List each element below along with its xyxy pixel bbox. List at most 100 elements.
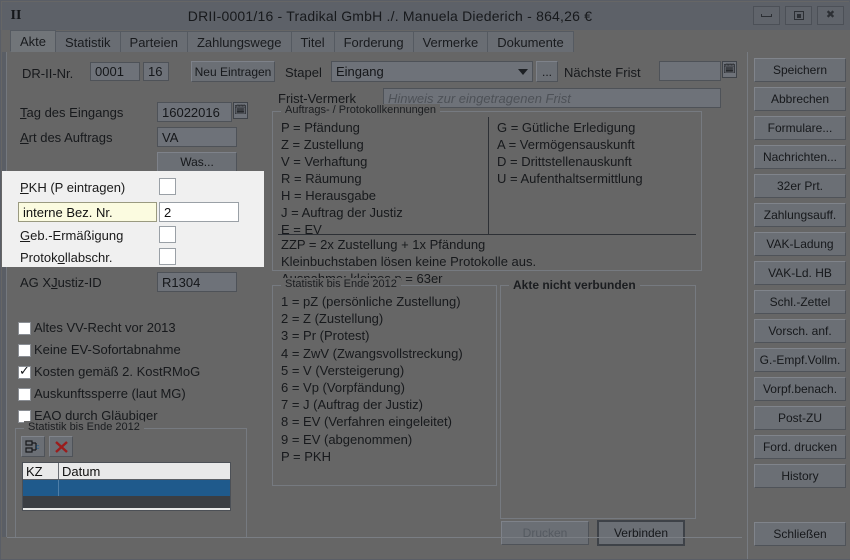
tab-forderung[interactable]: Forderung xyxy=(333,31,414,52)
legend-item: J = Auftrag der Justiz xyxy=(281,205,403,220)
tab-vermerke[interactable]: Vermerke xyxy=(412,31,489,52)
calendar-picker-icon[interactable]: 🗓 xyxy=(233,102,248,119)
ag-xjustiz-label: AG XJustiz-ID xyxy=(20,275,102,290)
legend-footer-item: ZZP = 2x Zustellung + 1x Pfändung xyxy=(281,237,486,252)
legend-horizontal-divider xyxy=(278,234,696,235)
tab-akte[interactable]: Akte xyxy=(10,30,57,52)
tab-statistik[interactable]: Statistik xyxy=(55,31,121,52)
schliessen-button[interactable]: Schließen xyxy=(754,522,846,546)
protokollabschr-checkbox[interactable] xyxy=(159,248,176,265)
legend-left-column: P = Pfändung Z = Zustellung V = Verhaftu… xyxy=(281,119,403,238)
statistik-grid[interactable]: KZ Datum xyxy=(22,462,231,511)
geb-ermaessigung-checkbox[interactable] xyxy=(159,226,176,243)
akte-tab-panel: DR-II-Nr. 0001 16 Neu Eintragen Stapel E… xyxy=(2,52,850,559)
legend-footer-item: Kleinbuchstaben lösen keine Protokolle a… xyxy=(281,254,537,269)
column-header-kz[interactable]: KZ xyxy=(23,463,59,479)
auftrags-protokollkennungen-group: Auftrags- / Protokollkennungen P = Pfänd… xyxy=(272,104,702,286)
title-bar: II DRII-0001/16 - Tradikal GmbH ./. Manu… xyxy=(2,2,850,30)
delete-red-x-icon xyxy=(54,440,68,453)
geb-ermaessigung-label: Geb.-Ermäßigung xyxy=(20,228,124,243)
statistik-item: 4 = ZwV (Zwangsvollstreckung) xyxy=(281,345,463,361)
legend-vertical-divider xyxy=(488,117,489,234)
column-header-datum[interactable]: Datum xyxy=(59,463,230,479)
art-des-auftrags-input[interactable]: VA xyxy=(157,127,237,147)
statistik-item: 1 = pZ (persönliche Zustellung) xyxy=(281,294,461,309)
tag-des-eingangs-input[interactable]: 16022016 xyxy=(157,102,232,122)
close-button[interactable]: ✖ xyxy=(817,6,844,25)
vak-ld-hb-button[interactable]: VAK-Ld. HB xyxy=(754,261,846,285)
ag-xjustiz-input[interactable]: R1304 xyxy=(157,272,237,292)
zahlungsauff-button[interactable]: Zahlungsauff. xyxy=(754,203,846,227)
speichern-button[interactable]: Speichern xyxy=(754,58,846,82)
legend-item: H = Herausgabe xyxy=(281,188,377,203)
application-window: II DRII-0001/16 - Tradikal GmbH ./. Manu… xyxy=(0,0,850,560)
nachrichten-button[interactable]: Nachrichten... xyxy=(754,145,846,169)
legend-right-column: G = Gütliche Erledigung A = Vermögensaus… xyxy=(497,119,643,187)
minimize-button[interactable] xyxy=(753,6,780,25)
statistik-item: 9 = EV (abgenommen) xyxy=(281,431,413,447)
tab-dokumente[interactable]: Dokumente xyxy=(487,31,574,52)
chevron-down-icon xyxy=(518,68,528,75)
stapel-select[interactable]: Eingang xyxy=(331,61,533,82)
formulare-button[interactable]: Formulare... xyxy=(754,116,846,140)
statistik-grid-header: KZ Datum xyxy=(23,463,230,480)
window-title: DRII-0001/16 - Tradikal GmbH ./. Manuela… xyxy=(187,8,593,24)
schl-zettel-button[interactable]: Schl.-Zettel xyxy=(754,290,846,314)
interne-bez-nr-input[interactable]: 2 xyxy=(159,202,239,222)
statistik-item: 2 = Z (Zustellung) xyxy=(281,311,384,327)
checkbox-auskunftssperre-label: Auskunftssperre (laut MG) xyxy=(34,386,186,401)
delete-row-button[interactable] xyxy=(49,436,73,457)
checkbox-keine-ev-sofortabnahme-label: Keine EV-Sofortabnahme xyxy=(34,342,181,357)
art-des-auftrags-label: Art des Auftrags xyxy=(20,130,113,145)
maximize-button[interactable] xyxy=(785,6,812,25)
akte-nicht-verbunden-title: Akte nicht verbunden xyxy=(509,278,640,292)
insert-row-button[interactable]: c xyxy=(21,436,45,457)
cell-datum xyxy=(59,480,230,496)
table-row[interactable] xyxy=(23,480,230,496)
dr-nr-input[interactable]: 0001 xyxy=(90,62,140,81)
dr-nr-year-input[interactable]: 16 xyxy=(143,62,169,81)
neu-eintragen-button[interactable]: Neu Eintragen xyxy=(191,61,275,82)
highlighted-options-panel: PKH (P eintragen) interne Bez. Nr. 2 Geb… xyxy=(2,171,264,267)
drucken-button[interactable]: Drucken xyxy=(501,521,589,545)
dr-nr-label: DR-II-Nr. xyxy=(22,66,74,81)
statistik-item: 6 = Vp (Vorpfändung) xyxy=(281,380,405,396)
history-button[interactable]: History xyxy=(754,464,846,488)
statistik-item: 5 = V (Versteigerung) xyxy=(281,362,405,378)
calendar-spinner-icon[interactable]: 🗓 xyxy=(722,61,737,78)
statistik-2012-left-title: Statistik bis Ende 2012 xyxy=(24,421,144,433)
vorpf-benach-button[interactable]: Vorpf.benach. xyxy=(754,377,846,401)
post-zu-button[interactable]: Post-ZU xyxy=(754,406,846,430)
protokollabschr-label: Protokollabschr. xyxy=(20,250,113,265)
akte-nicht-verbunden-group: Akte nicht verbunden xyxy=(500,278,696,519)
statistik-2012-list-group: Statistik bis Ende 2012 1 = pZ (persönli… xyxy=(272,278,497,486)
legend-item: D = Drittstellenauskunft xyxy=(497,154,632,169)
was-button[interactable]: Was... xyxy=(157,152,237,172)
statistik-2012-items: 1 = pZ (persönliche Zustellung) 2 = Z (Z… xyxy=(281,293,463,465)
abbrechen-button[interactable]: Abbrechen xyxy=(754,87,846,111)
ford-drucken-button[interactable]: Ford. drucken xyxy=(754,435,846,459)
checkbox-kosten-kostrmog[interactable] xyxy=(18,364,31,379)
g-empf-vollm-button[interactable]: G.-Empf.Vollm. xyxy=(754,348,846,372)
cell-kz xyxy=(23,480,59,496)
prt-32er-button[interactable]: 32er Prt. xyxy=(754,174,846,198)
vak-ladung-button[interactable]: VAK-Ladung xyxy=(754,232,846,256)
stapel-ellipsis-button[interactable]: ... xyxy=(536,61,558,82)
vorsch-anf-button[interactable]: Vorsch. anf. xyxy=(754,319,846,343)
auftrags-protokollkennungen-title: Auftrags- / Protokollkennungen xyxy=(281,104,441,116)
checkbox-auskunftssperre[interactable] xyxy=(18,388,31,401)
tab-zahlungswege[interactable]: Zahlungswege xyxy=(186,31,292,52)
tab-titel[interactable]: Titel xyxy=(290,31,335,52)
stapel-label: Stapel xyxy=(285,65,322,80)
tab-parteien[interactable]: Parteien xyxy=(119,31,188,52)
checkbox-altes-vv-recht[interactable] xyxy=(18,322,31,335)
pkh-checkbox[interactable] xyxy=(159,178,176,195)
legend-item: R = Räumung xyxy=(281,171,362,186)
legend-item: V = Verhaftung xyxy=(281,154,368,169)
legend-item: A = Vermögensauskunft xyxy=(497,137,635,152)
checkbox-keine-ev-sofortabnahme[interactable] xyxy=(18,344,31,357)
naechste-frist-input[interactable] xyxy=(659,61,721,81)
verbinden-button[interactable]: Verbinden xyxy=(597,520,685,546)
legend-item: Z = Zustellung xyxy=(281,137,364,152)
legend-item: G = Gütliche Erledigung xyxy=(497,120,636,135)
